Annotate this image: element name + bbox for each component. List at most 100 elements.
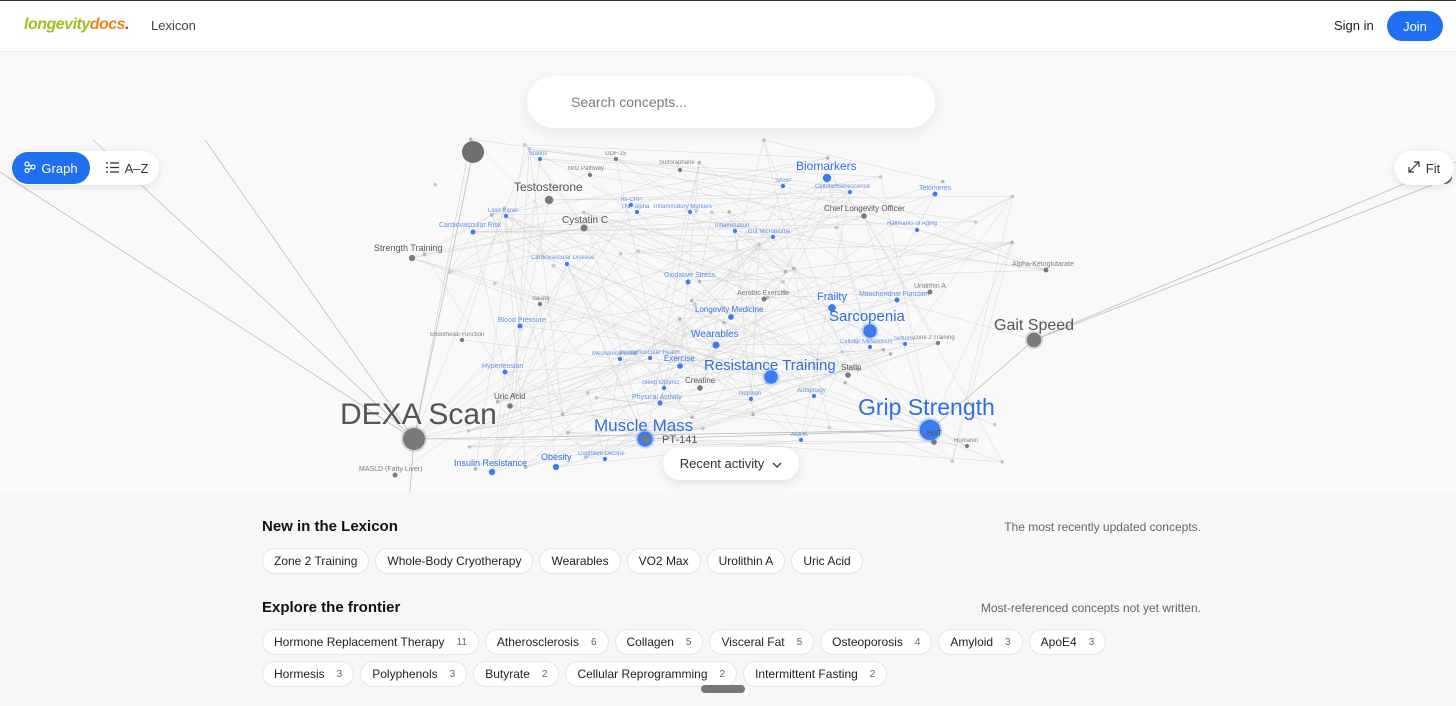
graph-label-hs-crp[interactable]: hs-CRP [621,197,642,203]
graph-label-tnf-alpha[interactable]: TNF-alpha [621,204,650,210]
graph-label-wearables[interactable]: Wearables [691,329,739,340]
graph-node[interactable] [950,459,954,464]
graph-node[interactable] [618,251,623,256]
graph-node[interactable] [585,390,590,395]
graph-node-sirtuins[interactable] [902,341,908,347]
graph-node-cellular-senescence[interactable] [847,189,853,195]
graph-node-pt-141[interactable] [642,435,650,443]
graph-label-hallmarks-of-aging[interactable]: Hallmarks of Aging [887,221,937,227]
graph-node[interactable] [1000,459,1005,464]
graph-node-autophagy[interactable] [811,393,817,399]
graph-label-ampk[interactable]: AMPK [791,432,808,438]
graph-label-cardiovascular-disease[interactable]: Cardiovascular Disease [531,255,595,261]
graph-node[interactable] [462,141,484,163]
graph-node[interactable] [636,249,640,253]
graph-label-cellular-senescence[interactable]: Cellular Senescence [815,184,871,190]
graph-node-hallmarks-of-aging[interactable] [914,227,920,233]
graph-node-tnf-alpha[interactable] [634,209,640,215]
graph-label-resistance-training[interactable]: Resistance Training [704,357,836,374]
graph-node[interactable] [722,320,726,325]
graph-label-pt-141[interactable]: PT-141 [662,434,697,446]
az-view-button[interactable]: A–Z [99,152,155,184]
graph-label-gait-speed[interactable]: Gait Speed [994,317,1074,334]
graph-label-humanin[interactable]: Humanin [954,438,978,444]
graph-node[interactable] [783,269,788,274]
graph-label-physical-activity[interactable]: Physical Activity [632,394,682,401]
graph-node-statin[interactable] [845,372,851,378]
graph-node-telomeres[interactable] [932,191,938,197]
graph-node-oxidative-stress[interactable] [685,279,691,285]
graph-node-cardiovascular-disease[interactable] [564,261,570,267]
graph-node-testosterone[interactable] [544,195,554,205]
graph-label-inflammatory-markers[interactable]: Inflammatory Markers [654,204,712,210]
graph-node[interactable] [834,225,839,230]
graph-node-inflammatory-markers[interactable] [687,209,693,215]
graph-node-nrf2-pathway[interactable] [587,172,593,178]
frontier-chip-polyphenols[interactable]: Polyphenols 3 [360,661,468,687]
graph-node-obesity[interactable] [552,463,560,471]
graph-node-sauna[interactable] [537,301,543,307]
concept-chip-uric-acid[interactable]: Uric Acid [791,548,863,574]
graph-label-grip-strength[interactable]: Grip Strength [858,394,995,420]
graph-label-cognitive-decline[interactable]: Cognitive Decline [578,451,625,457]
frontier-chip-intermittent-fasting[interactable]: Intermittent Fasting 2 [743,661,888,687]
graph-label-zone-2-training[interactable]: Zone 2 Training [913,335,955,341]
graph-node[interactable] [422,252,427,257]
graph-node-biomarkers[interactable] [822,173,832,183]
graph-node[interactable] [581,210,586,215]
graph-label-gut-microbiome[interactable]: Gut Microbiome [748,229,791,235]
graph-node-blood-pressure[interactable] [517,323,523,329]
graph-node-zone-2-training[interactable] [935,340,941,346]
lexicon-link[interactable]: Lexicon [151,18,196,33]
graph-node-sarcopenia[interactable] [861,322,879,340]
graph-node[interactable] [522,142,527,147]
graph-label-hypertension[interactable]: Hypertension [482,363,523,370]
graph-label-creatine[interactable]: Creatine [685,376,716,385]
graph-node-mitochondrial-function[interactable] [894,297,900,303]
graph-label-longevity-medicine[interactable]: Longevity Medicine [695,305,764,314]
frontier-chip-cellular-reprogramming[interactable]: Cellular Reprogramming 2 [565,661,738,687]
graph-node-cardiovascular-risk[interactable] [470,229,476,235]
frontier-chip-hormone-replacement-therapy[interactable]: Hormone Replacement Therapy 11 [262,629,479,655]
graph-node[interactable] [493,281,497,285]
graph-node[interactable] [594,395,599,400]
graph-label-obesity[interactable]: Obesity [541,452,572,462]
graph-label-biomarkers[interactable]: Biomarkers [796,159,857,173]
graph-node-gait-speed[interactable] [1024,330,1044,350]
graph-node[interactable] [781,280,785,284]
graph-label-frailty[interactable]: Frailty [817,291,847,303]
graph-label-hiit[interactable]: HIIT [927,429,942,438]
graph-label-alpha-ketoglutarate[interactable]: Alpha-Ketoglutarate [1012,261,1074,268]
concept-chip-whole-body-cryotherapy[interactable]: Whole-Body Cryotherapy [375,548,534,574]
graph-label-cellular-metabolism[interactable]: Cellular Metabolism [840,339,893,345]
graph-node[interactable] [697,279,702,284]
graph-label-chief-longevity-officer[interactable]: Chief Longevity Officer [824,204,905,213]
graph-node-sulforaphane[interactable] [677,167,683,173]
graph-label-uric-acid[interactable]: Uric Acid [494,392,526,401]
graph-node-cellular-metabolism[interactable] [867,344,873,350]
graph-node[interactable] [881,347,886,352]
graph-label-urolithin-a[interactable]: Urolithin A [914,283,946,290]
graph-node-sleep-optimiz[interactable] [661,385,667,391]
graph-label-autophagy[interactable]: Autophagy [797,388,826,394]
graph-label-muscle-mass[interactable]: Muscle Mass [594,416,693,435]
graph-label-statin[interactable]: Statin [841,363,861,372]
graph-label-sulforaphane[interactable]: Sulforaphane [659,160,695,166]
graph-node[interactable] [1010,240,1015,245]
graph-node[interactable] [762,138,766,142]
frontier-chip-collagen[interactable]: Collagen 5 [614,629,704,655]
graph-label-gdf-15[interactable]: GDF-15 [605,151,627,157]
graph-node[interactable] [941,179,945,184]
graph-node-endothelial-function[interactable] [459,337,465,343]
graph-node[interactable] [1010,194,1015,199]
graph-node-statins[interactable] [537,156,543,162]
graph-node-physical-activity[interactable] [657,400,663,406]
graph-node-hypertension[interactable] [502,369,508,375]
join-button[interactable]: Join [1387,11,1443,41]
concept-chip-wearables[interactable]: Wearables [539,548,621,574]
graph-node[interactable] [992,422,997,427]
graph-node-alpha-ketoglutarate[interactable] [1043,267,1049,273]
graph-label-sarcopenia[interactable]: Sarcopenia [829,308,906,325]
graph-node[interactable] [827,425,832,430]
graph-node-insulin-resistance[interactable] [488,468,496,476]
